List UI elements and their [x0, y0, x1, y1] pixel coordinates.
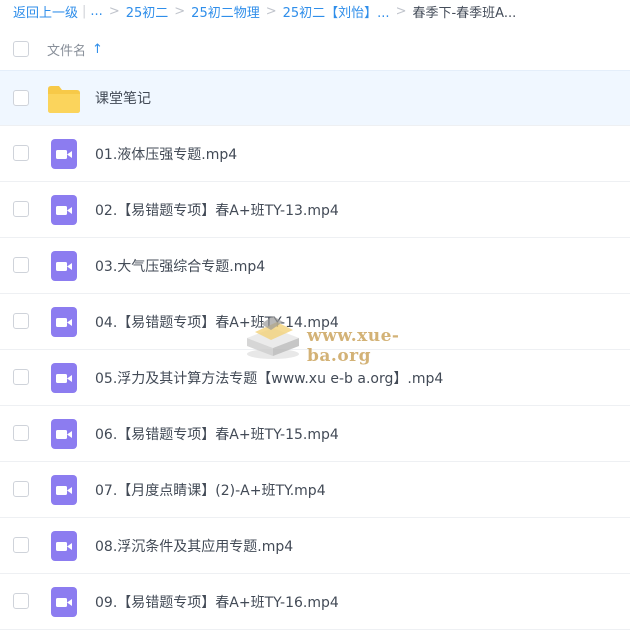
file-row[interactable]: 09.【易错题专项】春A+班TY-16.mp4 — [0, 574, 630, 630]
row-checkbox[interactable] — [13, 425, 29, 441]
file-name[interactable]: 01.液体压强专题.mp4 — [95, 144, 237, 164]
video-file-icon — [47, 306, 81, 338]
video-file-icon — [47, 250, 81, 282]
file-name[interactable]: 08.浮沉条件及其应用专题.mp4 — [95, 536, 293, 556]
row-checkbox[interactable] — [13, 257, 29, 273]
file-row[interactable]: 03.大气压强综合专题.mp4 — [0, 238, 630, 294]
video-file-icon — [47, 362, 81, 394]
row-checkbox[interactable] — [13, 90, 29, 106]
video-file-icon — [47, 418, 81, 450]
breadcrumb-item-grade[interactable]: 25初二 — [126, 2, 169, 21]
video-file-icon — [47, 138, 81, 170]
row-checkbox[interactable] — [13, 593, 29, 609]
video-file-icon — [47, 194, 81, 226]
file-name[interactable]: 07.【月度点睛课】(2)-A+班TY.mp4 — [95, 480, 326, 500]
video-file-icon — [47, 586, 81, 618]
row-checkbox[interactable] — [13, 481, 29, 497]
breadcrumb-item-teacher[interactable]: 25初二【刘怡】... — [283, 2, 390, 21]
row-checkbox[interactable] — [13, 201, 29, 217]
file-name[interactable]: 04.【易错题专项】春A+班TY-14.mp4 — [95, 312, 339, 332]
column-filename-label: 文件名 — [47, 43, 87, 59]
folder-icon — [47, 83, 81, 115]
file-row[interactable]: 04.【易错题专项】春A+班TY-14.mp4 — [0, 294, 630, 350]
chevron-right-icon: > — [395, 3, 407, 19]
select-all-checkbox[interactable] — [13, 41, 29, 57]
file-name[interactable]: 02.【易错题专项】春A+班TY-13.mp4 — [95, 200, 339, 220]
file-row[interactable]: 01.液体压强专题.mp4 — [0, 126, 630, 182]
chevron-right-icon: > — [265, 3, 277, 19]
row-checkbox[interactable] — [13, 313, 29, 329]
row-checkbox[interactable] — [13, 145, 29, 161]
breadcrumb-current: 春季下-春季班A... — [412, 5, 517, 21]
column-filename[interactable]: 文件名 ↑ — [47, 40, 103, 59]
file-row[interactable]: 02.【易错题专项】春A+班TY-13.mp4 — [0, 182, 630, 238]
chevron-right-icon: > — [174, 3, 186, 19]
file-name[interactable]: 03.大气压强综合专题.mp4 — [95, 256, 265, 276]
file-row[interactable]: 05.浮力及其计算方法专题【www.xu e-b a.org】.mp4 — [0, 350, 630, 406]
breadcrumb-divider: | — [82, 3, 87, 19]
video-file-icon — [47, 474, 81, 506]
chevron-right-icon: > — [108, 3, 120, 19]
list-header: 文件名 ↑ — [0, 34, 630, 64]
file-row[interactable]: 08.浮沉条件及其应用专题.mp4 — [0, 518, 630, 574]
breadcrumb-item-physics[interactable]: 25初二物理 — [191, 2, 260, 21]
breadcrumb-ellipsis[interactable]: ... — [90, 4, 102, 19]
file-row[interactable]: 07.【月度点睛课】(2)-A+班TY.mp4 — [0, 462, 630, 518]
file-name[interactable]: 06.【易错题专项】春A+班TY-15.mp4 — [95, 424, 339, 444]
folder-row[interactable]: 课堂笔记 — [0, 70, 630, 126]
file-list: 课堂笔记 01.液体压强专题.mp4 02.【易错题专项】春A+班TY-13.mp4… — [0, 70, 630, 630]
file-name[interactable]: 09.【易错题专项】春A+班TY-16.mp4 — [95, 592, 339, 612]
back-link[interactable]: 返回上一级 — [13, 2, 78, 21]
breadcrumb: 返回上一级 | ... > 25初二 > 25初二物理 > 25初二【刘怡】..… — [0, 0, 630, 22]
row-checkbox[interactable] — [13, 537, 29, 553]
file-name[interactable]: 课堂笔记 — [95, 88, 151, 108]
sort-arrow-up-icon[interactable]: ↑ — [92, 42, 103, 57]
row-checkbox[interactable] — [13, 369, 29, 385]
file-name[interactable]: 05.浮力及其计算方法专题【www.xu e-b a.org】.mp4 — [95, 368, 443, 388]
file-row[interactable]: 06.【易错题专项】春A+班TY-15.mp4 — [0, 406, 630, 462]
video-file-icon — [47, 530, 81, 562]
file-browser: 返回上一级 | ... > 25初二 > 25初二物理 > 25初二【刘怡】..… — [0, 0, 630, 636]
